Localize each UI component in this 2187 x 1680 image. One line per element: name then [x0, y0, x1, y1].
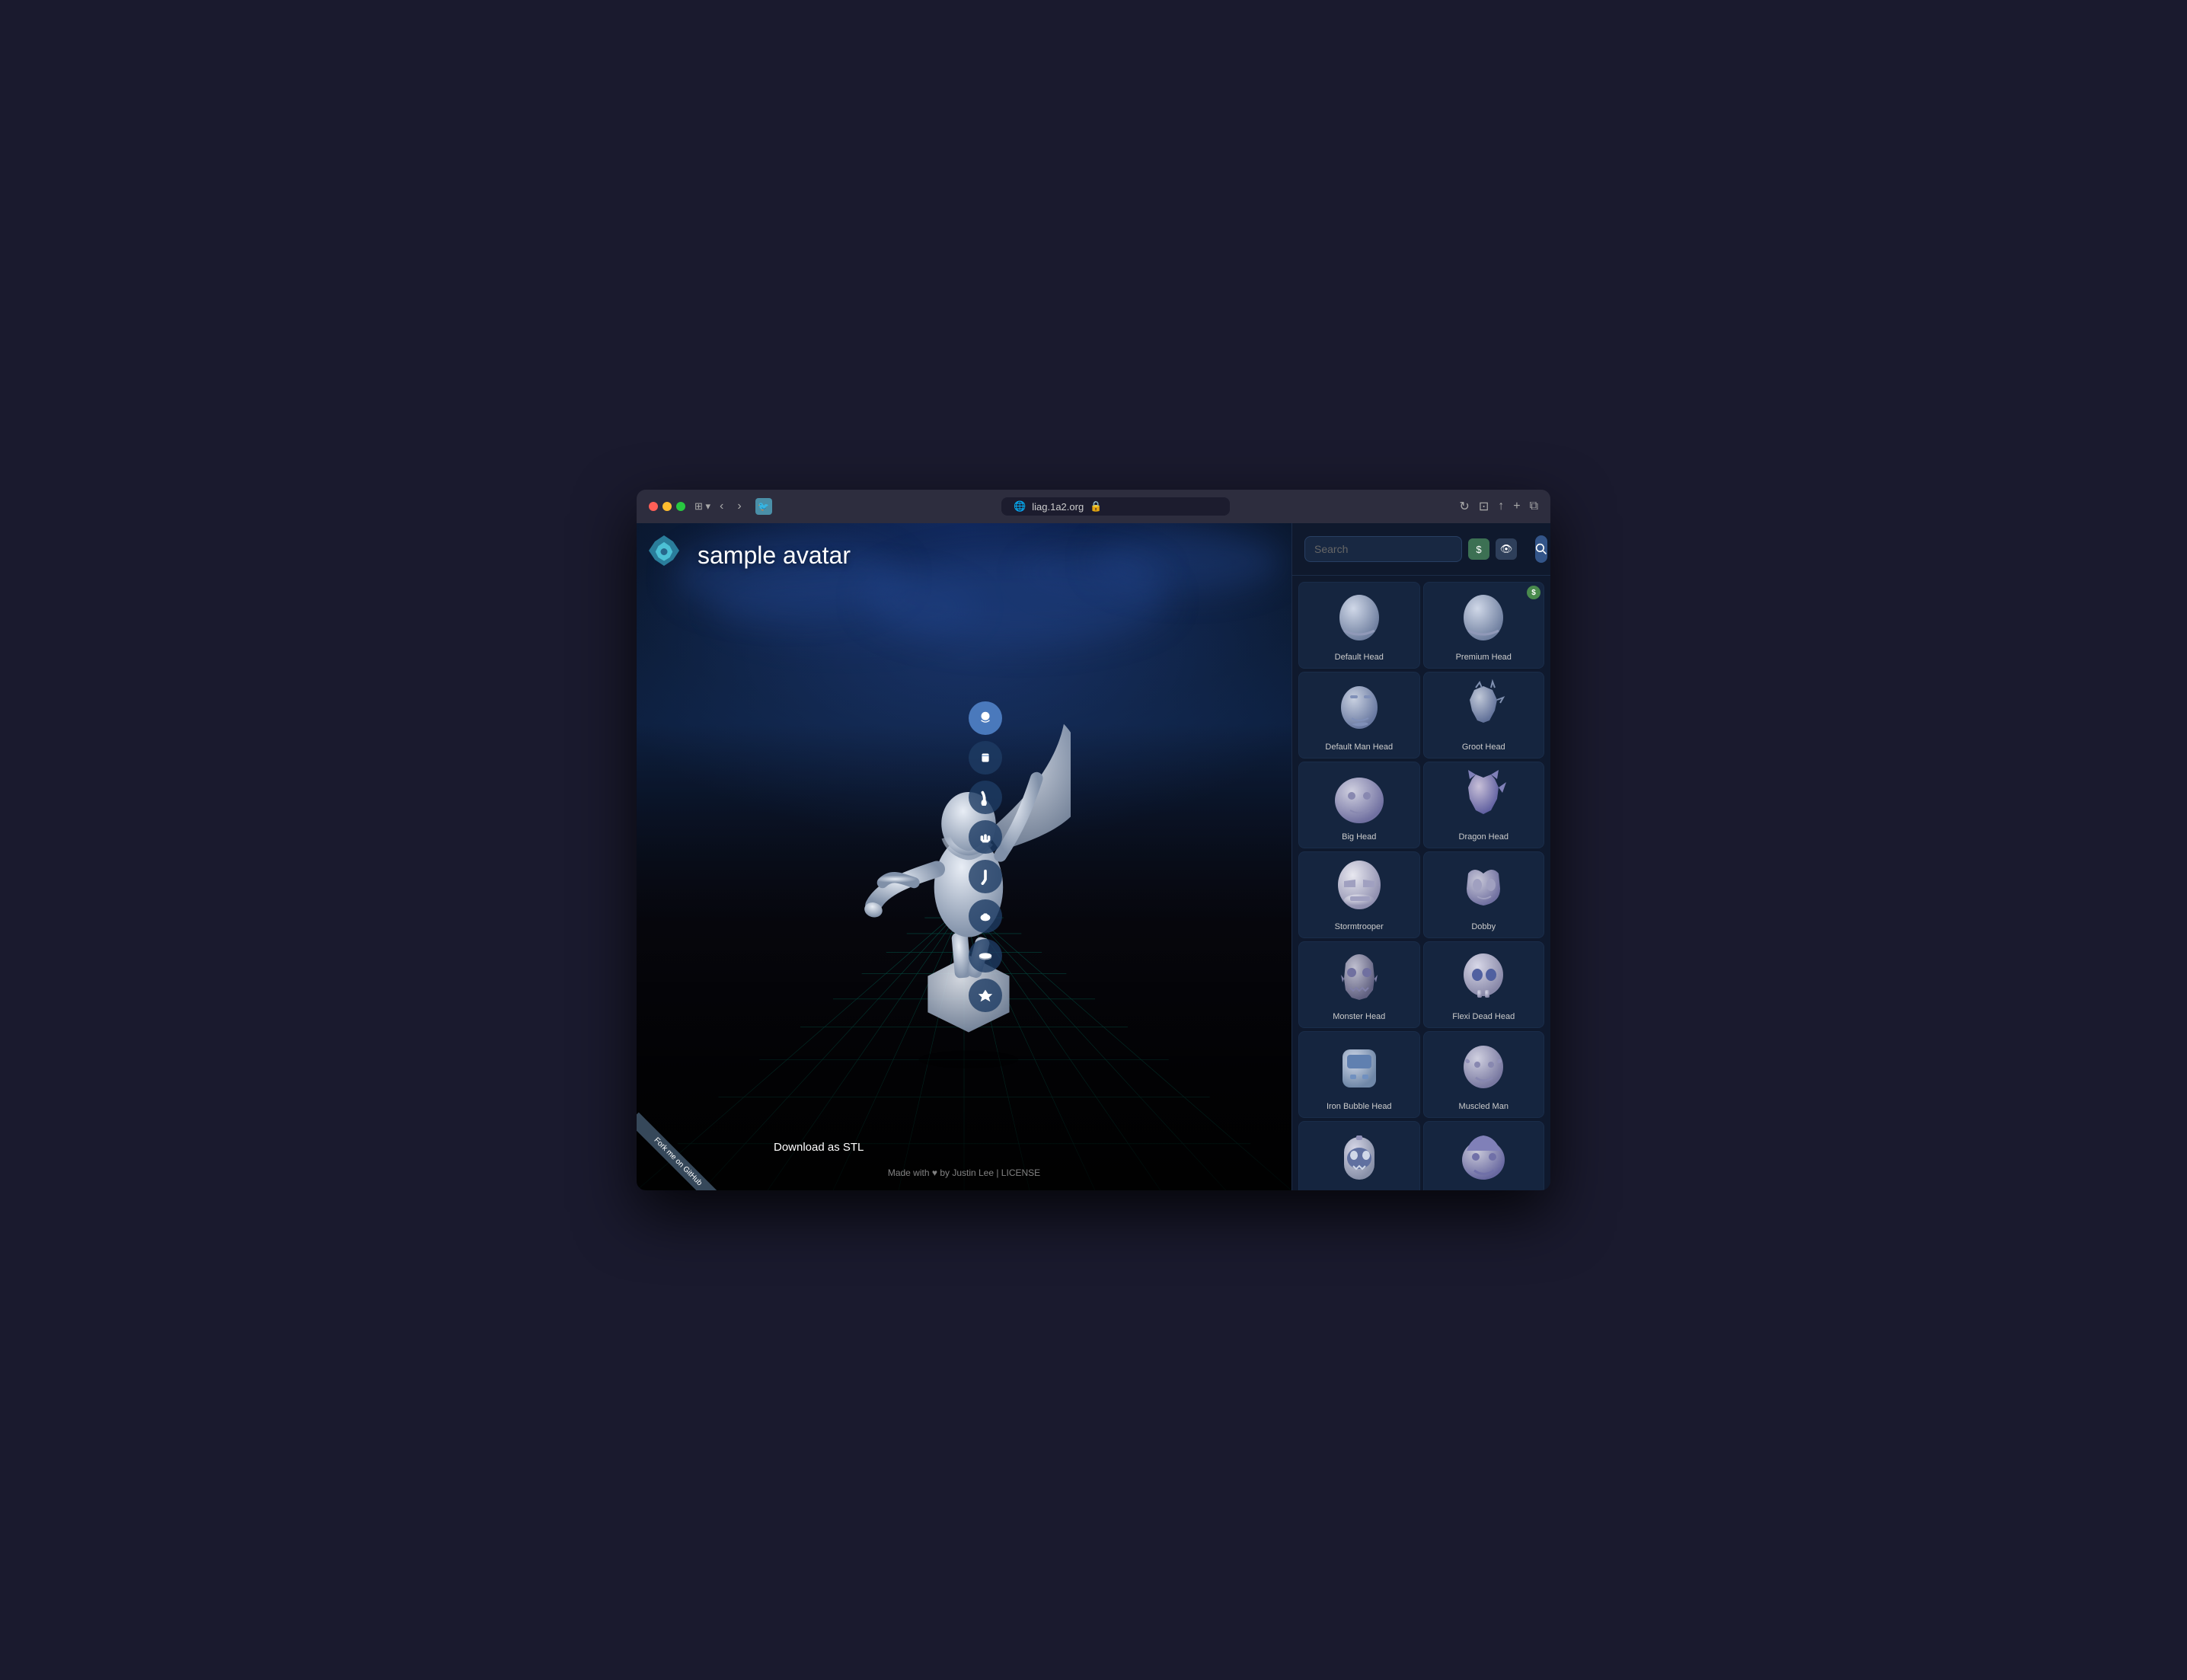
tab-icon[interactable]: ⊡ — [1479, 499, 1489, 514]
part-btn-head[interactable] — [969, 701, 1002, 735]
sidebar-toggle[interactable]: ⊞ ▾ — [694, 500, 710, 513]
item-label-dobby: Dobby — [1471, 922, 1496, 931]
item-preview-warrior-head — [1453, 1128, 1514, 1189]
part-btn-leg[interactable] — [969, 860, 1002, 893]
item-preview-dragon-head — [1453, 768, 1514, 829]
search-bar: $ 👁 — [1292, 523, 1550, 576]
item-preview-groot-head — [1453, 679, 1514, 739]
minimize-button[interactable] — [662, 502, 672, 511]
right-panel: $ 👁 Default Head Premium Head $ Default Man… — [1291, 523, 1550, 1190]
item-card-premium-head[interactable]: Premium Head $ — [1423, 582, 1545, 669]
nav-controls: ⊞ ▾ ‹ › — [694, 498, 746, 515]
item-preview-big-head — [1329, 768, 1390, 829]
forward-button[interactable]: › — [733, 498, 745, 515]
avatar-title: sample avatar — [698, 541, 851, 570]
item-preview-flexi-dead-head — [1453, 948, 1514, 1009]
footer-text: Made with ♥ by Justin Lee | LICENSE — [888, 1167, 1040, 1178]
part-btn-arm[interactable] — [969, 781, 1002, 814]
item-card-dragon-head[interactable]: Dragon Head — [1423, 762, 1545, 848]
fork-label: Fork me on GitHub — [637, 1113, 727, 1190]
part-btn-foot[interactable] — [969, 899, 1002, 933]
item-label-groot-head: Groot Head — [1462, 743, 1505, 752]
item-card-groot-head[interactable]: Groot Head — [1423, 672, 1545, 759]
item-card-default-man-head[interactable]: Default Man Head — [1298, 672, 1420, 759]
item-label-monster-head: Monster Head — [1333, 1012, 1385, 1021]
part-btn-hand[interactable] — [969, 820, 1002, 854]
item-card-big-head[interactable]: Big Head — [1298, 762, 1420, 848]
item-preview-default-head — [1329, 589, 1390, 650]
dollar-filter-icon[interactable]: $ — [1468, 538, 1489, 560]
address-bar: 🌐 liag.1a2.org 🔒 — [781, 497, 1451, 516]
back-button[interactable]: ‹ — [715, 498, 728, 515]
item-card-dobby[interactable]: Dobby — [1423, 851, 1545, 938]
part-btn-extra[interactable] — [969, 979, 1002, 1012]
url-field[interactable]: 🌐 liag.1a2.org 🔒 — [1001, 497, 1230, 516]
item-preview-default-man-head — [1329, 679, 1390, 739]
item-label-stormtrooper: Stormtrooper — [1335, 922, 1384, 931]
item-card-default-head[interactable]: Default Head — [1298, 582, 1420, 669]
bookmark-icon: 🐦 — [755, 498, 772, 515]
search-input[interactable] — [1304, 536, 1462, 562]
avatar-3d — [857, 697, 1071, 1078]
item-preview-stormtrooper — [1329, 858, 1390, 919]
item-preview-dobby — [1453, 858, 1514, 919]
close-button[interactable] — [649, 502, 658, 511]
scene-viewport[interactable]: sample avatar — [637, 523, 1291, 1190]
item-preview-bender-head — [1329, 1128, 1390, 1189]
title-bar: ⊞ ▾ ‹ › 🐦 🌐 liag.1a2.org 🔒 ↻ ⊡ ↑ + ⧉ — [637, 490, 1550, 523]
premium-badge: $ — [1527, 586, 1540, 599]
item-preview-muscled-man — [1453, 1038, 1514, 1099]
item-label-big-head: Big Head — [1342, 832, 1376, 842]
item-card-monster-head[interactable]: Monster Head — [1298, 941, 1420, 1028]
part-controls — [969, 701, 1002, 1012]
item-label-iron-bubble-head: Iron Bubble Head — [1327, 1102, 1392, 1111]
item-label-muscled-man: Muscled Man — [1459, 1102, 1509, 1111]
item-label-premium-head: Premium Head — [1456, 653, 1512, 662]
site-icon: 🌐 — [1014, 500, 1026, 513]
download-button[interactable]: Download as STL — [774, 1141, 864, 1154]
reload-icon[interactable]: ↻ — [1459, 499, 1469, 514]
share-icon[interactable]: ↑ — [1498, 500, 1504, 513]
item-card-flexi-dead-head[interactable]: Flexi Dead Head — [1423, 941, 1545, 1028]
item-label-default-head: Default Head — [1335, 653, 1384, 662]
traffic-lights — [649, 502, 685, 511]
title-bar-actions: ↻ ⊡ ↑ + ⧉ — [1459, 499, 1538, 514]
part-btn-torso[interactable] — [969, 741, 1002, 775]
part-btn-base[interactable] — [969, 939, 1002, 973]
item-card-muscled-man[interactable]: Muscled Man — [1423, 1031, 1545, 1118]
item-label-flexi-dead-head: Flexi Dead Head — [1452, 1012, 1515, 1021]
item-preview-monster-head — [1329, 948, 1390, 1009]
app-content: sample avatar — [637, 523, 1550, 1190]
eye-filter-icon[interactable]: 👁 — [1496, 538, 1517, 560]
item-preview-premium-head — [1453, 589, 1514, 650]
item-label-dragon-head: Dragon Head — [1459, 832, 1509, 842]
duplicate-icon[interactable]: ⧉ — [1530, 500, 1538, 513]
fork-ribbon[interactable]: Fork me on GitHub — [637, 1099, 728, 1190]
item-card-stormtrooper[interactable]: Stormtrooper — [1298, 851, 1420, 938]
item-card-bender-head[interactable]: Bender Head — [1298, 1121, 1420, 1190]
item-card-warrior-head[interactable]: Warrior Head — [1423, 1121, 1545, 1190]
items-grid: Default Head Premium Head $ Default Man Hea… — [1292, 576, 1550, 1190]
new-tab-icon[interactable]: + — [1513, 500, 1520, 513]
item-label-default-man-head: Default Man Head — [1325, 743, 1393, 752]
search-button[interactable] — [1535, 535, 1547, 563]
item-preview-iron-bubble-head — [1329, 1038, 1390, 1099]
item-card-iron-bubble-head[interactable]: Iron Bubble Head — [1298, 1031, 1420, 1118]
filter-icons: $ 👁 — [1468, 538, 1529, 560]
url-text: liag.1a2.org — [1032, 501, 1084, 513]
lock-icon: 🔒 — [1090, 500, 1102, 513]
maximize-button[interactable] — [676, 502, 685, 511]
